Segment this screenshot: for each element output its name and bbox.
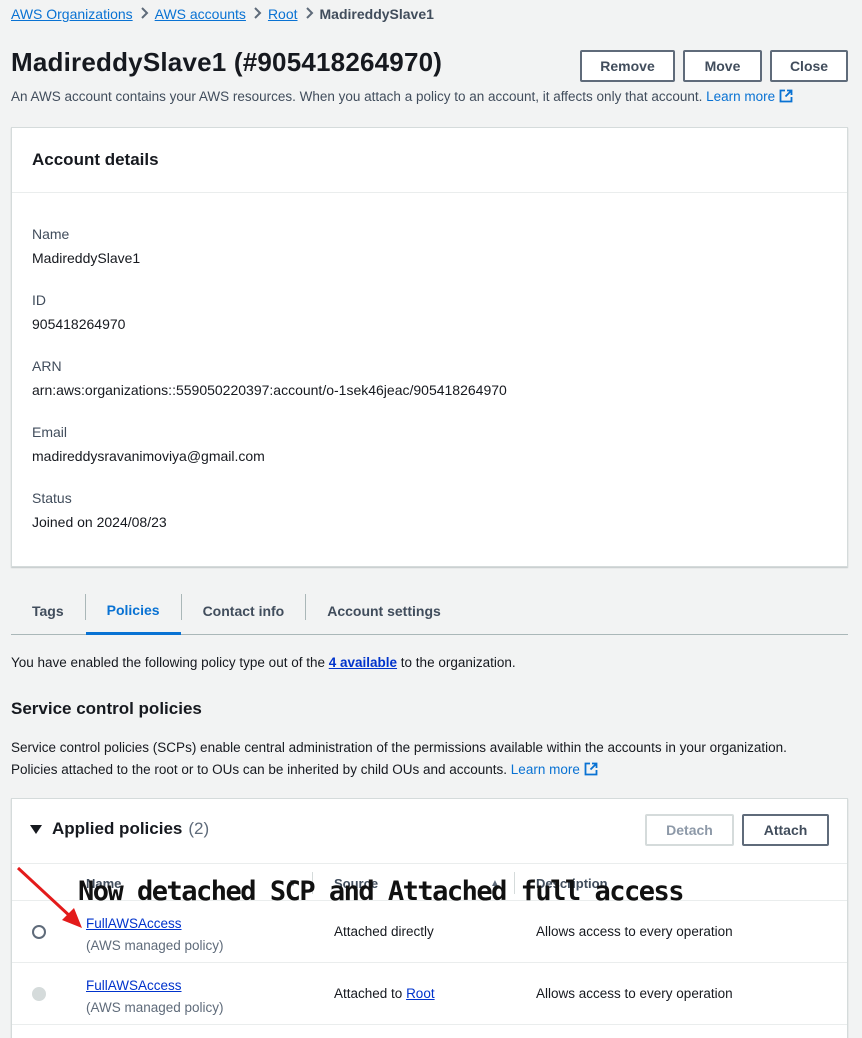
scp-description: Service control policies (SCPs) enable c…: [11, 737, 856, 783]
breadcrumb-current: MadireddySlave1: [319, 6, 434, 22]
tab-policies[interactable]: Policies: [85, 588, 181, 635]
caret-down-icon[interactable]: [30, 824, 42, 834]
scp-description-line-2-text: Policies attached to the root or to OUs …: [11, 762, 508, 777]
detach-button[interactable]: Detach: [645, 814, 734, 846]
policy-type-note: You have enabled the following policy ty…: [11, 655, 516, 670]
close-button[interactable]: Close: [770, 50, 848, 82]
field-label: Status: [32, 490, 72, 506]
field-label: Email: [32, 424, 68, 440]
field-value: madireddysravanimoviya@gmail.com: [32, 448, 265, 464]
attach-button[interactable]: Attach: [742, 814, 829, 846]
policy-description: Allows access to every operation: [536, 924, 733, 939]
table-row[interactable]: FullAWSAccess (AWS managed policy) Attac…: [12, 963, 847, 1025]
applied-policies-title: Applied policies: [52, 819, 183, 838]
tab-bar: Tags Policies Contact info Account setti…: [11, 588, 848, 635]
chevron-right-icon: [246, 6, 268, 22]
root-link[interactable]: Root: [406, 986, 435, 1001]
annotation-text: Now detached SCP and Attached full acces…: [78, 876, 684, 907]
breadcrumb-root[interactable]: Root: [268, 6, 298, 22]
external-link-icon: [584, 761, 598, 783]
policy-source-text: Attached to: [334, 986, 407, 1001]
applied-policies-actions: Detach Attach: [645, 814, 829, 846]
policy-name-cell: FullAWSAccess (AWS managed policy): [86, 975, 224, 1019]
policy-source: Attached directly: [334, 924, 434, 939]
account-details-title: Account details: [12, 128, 847, 193]
field-label: ID: [32, 292, 46, 308]
policy-type: (AWS managed policy): [86, 938, 224, 953]
policy-name-link[interactable]: FullAWSAccess: [86, 916, 182, 931]
field-value: 905418264970: [32, 316, 126, 332]
breadcrumb: AWS Organizations AWS accounts Root Madi…: [11, 6, 434, 22]
applied-policies-count: (2): [188, 819, 210, 838]
scp-description-line-1: Service control policies (SCPs) enable c…: [11, 740, 787, 755]
tab-account-settings[interactable]: Account settings: [306, 588, 462, 634]
available-policy-types-link[interactable]: 4 available: [329, 655, 397, 670]
chevron-right-icon: [298, 6, 320, 22]
scp-learn-more-label: Learn more: [510, 762, 580, 777]
field-arn: ARN arn:aws:organizations::559050220397:…: [32, 358, 507, 398]
field-value: Joined on 2024/08/23: [32, 514, 167, 530]
field-status: Status Joined on 2024/08/23: [32, 490, 167, 530]
applied-policies-header[interactable]: Applied policies (2): [30, 819, 209, 839]
page-title: MadireddySlave1 (#905418264970): [11, 47, 443, 77]
field-label: ARN: [32, 358, 62, 374]
scp-section-title: Service control policies: [11, 699, 202, 718]
row-select-radio: [32, 987, 46, 1001]
header-actions: Remove Move Close: [580, 50, 848, 82]
field-value: arn:aws:organizations::559050220397:acco…: [32, 382, 507, 398]
scp-learn-more-link[interactable]: Learn more: [511, 762, 598, 777]
field-email: Email madireddysravanimoviya@gmail.com: [32, 424, 265, 464]
tab-contact-info[interactable]: Contact info: [182, 588, 306, 634]
policy-type: (AWS managed policy): [86, 1000, 224, 1015]
account-details-panel: Account details Name MadireddySlave1 ID …: [11, 127, 848, 567]
field-name: Name MadireddySlave1: [32, 226, 140, 266]
applied-policies-panel: Applied policies (2) Detach Attach Name …: [11, 798, 848, 1038]
policy-note-after: to the organization.: [397, 655, 516, 670]
policy-name-cell: FullAWSAccess (AWS managed policy): [86, 913, 224, 957]
move-button[interactable]: Move: [683, 50, 762, 82]
page-description: An AWS account contains your AWS resourc…: [11, 89, 793, 106]
field-label: Name: [32, 226, 70, 242]
learn-more-link[interactable]: Learn more: [706, 89, 793, 104]
remove-button[interactable]: Remove: [580, 50, 675, 82]
table-row[interactable]: FullAWSAccess (AWS managed policy) Attac…: [12, 901, 847, 963]
tab-tags[interactable]: Tags: [11, 588, 85, 634]
breadcrumb-aws-accounts[interactable]: AWS accounts: [155, 6, 246, 22]
page-description-text: An AWS account contains your AWS resourc…: [11, 89, 703, 104]
policy-description: Allows access to every operation: [536, 986, 733, 1001]
policy-note-before: You have enabled the following policy ty…: [11, 655, 329, 670]
chevron-right-icon: [133, 6, 155, 22]
learn-more-label: Learn more: [706, 89, 776, 104]
external-link-icon: [779, 89, 793, 106]
policy-source: Attached to Root: [334, 986, 435, 1001]
scp-description-line-2: Policies attached to the root or to OUs …: [11, 759, 856, 783]
breadcrumb-aws-organizations[interactable]: AWS Organizations: [11, 6, 133, 22]
field-id: ID 905418264970: [32, 292, 125, 332]
policy-name-link[interactable]: FullAWSAccess: [86, 978, 182, 993]
field-value: MadireddySlave1: [32, 250, 141, 266]
